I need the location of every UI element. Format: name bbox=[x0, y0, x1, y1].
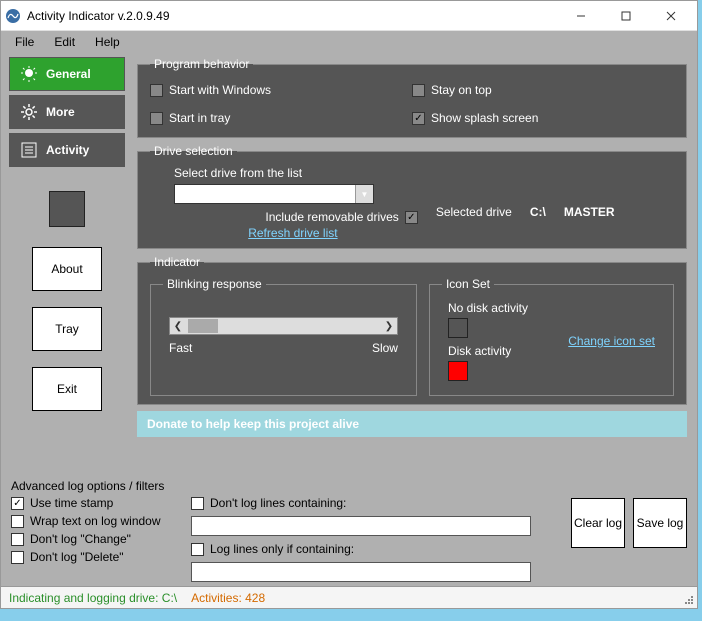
current-icon-preview bbox=[49, 191, 85, 227]
refresh-drive-link[interactable]: Refresh drive list bbox=[248, 226, 337, 240]
save-log-button[interactable]: Save log bbox=[633, 498, 687, 548]
selected-drive-name: MASTER bbox=[564, 205, 615, 219]
only-if-containing-checkbox[interactable] bbox=[191, 543, 204, 556]
include-removable-checkbox[interactable] bbox=[405, 211, 418, 224]
indicator-legend: Indicator bbox=[150, 255, 204, 269]
only-if-containing-label: Log lines only if containing: bbox=[210, 542, 354, 556]
program-behavior-legend: Program behavior bbox=[150, 57, 253, 71]
dont-log-delete-label: Don't log "Delete" bbox=[30, 550, 124, 564]
tab-general[interactable]: General bbox=[9, 57, 125, 91]
dont-log-change-checkbox[interactable] bbox=[11, 533, 24, 546]
tab-more-label: More bbox=[46, 105, 75, 119]
activity-swatch bbox=[448, 361, 468, 381]
statusbar: Indicating and logging drive: C:\ Activi… bbox=[1, 586, 697, 608]
start-tray-label: Start in tray bbox=[169, 111, 230, 125]
start-windows-checkbox[interactable] bbox=[150, 84, 163, 97]
selected-drive-value: C:\ bbox=[530, 205, 546, 219]
app-icon bbox=[5, 8, 21, 24]
donate-banner[interactable]: Donate to help keep this project alive bbox=[137, 411, 687, 437]
slider-left-icon[interactable]: ❮ bbox=[170, 321, 186, 332]
list-icon bbox=[20, 141, 38, 159]
program-behavior-group: Program behavior Start with Windows Star… bbox=[137, 57, 687, 138]
tab-more[interactable]: More bbox=[9, 95, 125, 129]
main-pane: Program behavior Start with Windows Star… bbox=[133, 53, 697, 475]
splash-label: Show splash screen bbox=[431, 111, 538, 125]
tab-activity[interactable]: Activity bbox=[9, 133, 125, 167]
drive-selection-legend: Drive selection bbox=[150, 144, 237, 158]
slider-right-icon[interactable]: ❯ bbox=[381, 321, 397, 332]
chevron-down-icon: ▼ bbox=[355, 185, 373, 203]
blinking-response-group: Blinking response ❮ ❯ Fast Slow bbox=[150, 277, 417, 396]
tab-general-label: General bbox=[46, 67, 91, 81]
start-windows-label: Start with Windows bbox=[169, 83, 271, 97]
wrap-label: Wrap text on log window bbox=[30, 514, 161, 528]
minimize-button[interactable] bbox=[558, 2, 603, 30]
close-button[interactable] bbox=[648, 2, 693, 30]
stay-on-top-checkbox[interactable] bbox=[412, 84, 425, 97]
blinking-legend: Blinking response bbox=[163, 277, 266, 291]
slider-thumb[interactable] bbox=[188, 319, 218, 333]
slider-slow-label: Slow bbox=[372, 341, 398, 355]
dont-log-change-label: Don't log "Change" bbox=[30, 532, 131, 546]
dont-log-containing-label: Don't log lines containing: bbox=[210, 496, 346, 510]
titlebar: Activity Indicator v.2.0.9.49 bbox=[1, 1, 697, 31]
menu-edit[interactable]: Edit bbox=[46, 33, 83, 51]
slider-fast-label: Fast bbox=[169, 341, 192, 355]
resize-grip-icon[interactable] bbox=[683, 594, 695, 606]
icon-set-legend: Icon Set bbox=[442, 277, 494, 291]
select-drive-label: Select drive from the list bbox=[174, 166, 436, 180]
menu-help[interactable]: Help bbox=[87, 33, 128, 51]
status-activities: Activities: 428 bbox=[191, 591, 265, 605]
status-indicating: Indicating and logging drive: C:\ bbox=[9, 591, 177, 605]
only-if-containing-input[interactable] bbox=[191, 562, 531, 582]
clear-log-button[interactable]: Clear log bbox=[571, 498, 625, 548]
timestamp-checkbox[interactable] bbox=[11, 497, 24, 510]
include-removable-label: Include removable drives bbox=[265, 210, 398, 224]
about-button[interactable]: About bbox=[32, 247, 102, 291]
dont-log-containing-checkbox[interactable] bbox=[191, 497, 204, 510]
lightbulb-icon bbox=[20, 65, 38, 83]
wrap-checkbox[interactable] bbox=[11, 515, 24, 528]
selected-drive-label: Selected drive bbox=[436, 205, 512, 219]
start-tray-checkbox[interactable] bbox=[150, 112, 163, 125]
menubar: File Edit Help bbox=[1, 31, 697, 53]
tray-button[interactable]: Tray bbox=[32, 307, 102, 351]
app-window: Activity Indicator v.2.0.9.49 File Edit … bbox=[0, 0, 698, 609]
indicator-group: Indicator Blinking response ❮ ❯ Fast bbox=[137, 255, 687, 405]
activity-label: Disk activity bbox=[448, 344, 528, 358]
exit-button[interactable]: Exit bbox=[32, 367, 102, 411]
menu-file[interactable]: File bbox=[7, 33, 42, 51]
maximize-button[interactable] bbox=[603, 2, 648, 30]
stay-on-top-label: Stay on top bbox=[431, 83, 492, 97]
change-icon-link[interactable]: Change icon set bbox=[568, 334, 655, 348]
advanced-log-panel: Advanced log options / filters Use time … bbox=[1, 475, 697, 590]
drive-dropdown[interactable]: ▼ bbox=[174, 184, 374, 204]
window-title: Activity Indicator v.2.0.9.49 bbox=[27, 9, 558, 23]
no-activity-swatch bbox=[448, 318, 468, 338]
blinking-slider[interactable]: ❮ ❯ bbox=[169, 317, 398, 335]
advanced-title: Advanced log options / filters bbox=[11, 479, 687, 493]
dont-log-containing-input[interactable] bbox=[191, 516, 531, 536]
tab-activity-label: Activity bbox=[46, 143, 89, 157]
sidebar: General More Activity About Tray Exit bbox=[1, 53, 133, 475]
dont-log-delete-checkbox[interactable] bbox=[11, 551, 24, 564]
no-activity-label: No disk activity bbox=[448, 301, 528, 315]
splash-checkbox[interactable] bbox=[412, 112, 425, 125]
icon-set-group: Icon Set No disk activity Disk activity … bbox=[429, 277, 674, 396]
drive-selection-group: Drive selection Select drive from the li… bbox=[137, 144, 687, 249]
gear-icon bbox=[20, 103, 38, 121]
timestamp-label: Use time stamp bbox=[30, 496, 113, 510]
